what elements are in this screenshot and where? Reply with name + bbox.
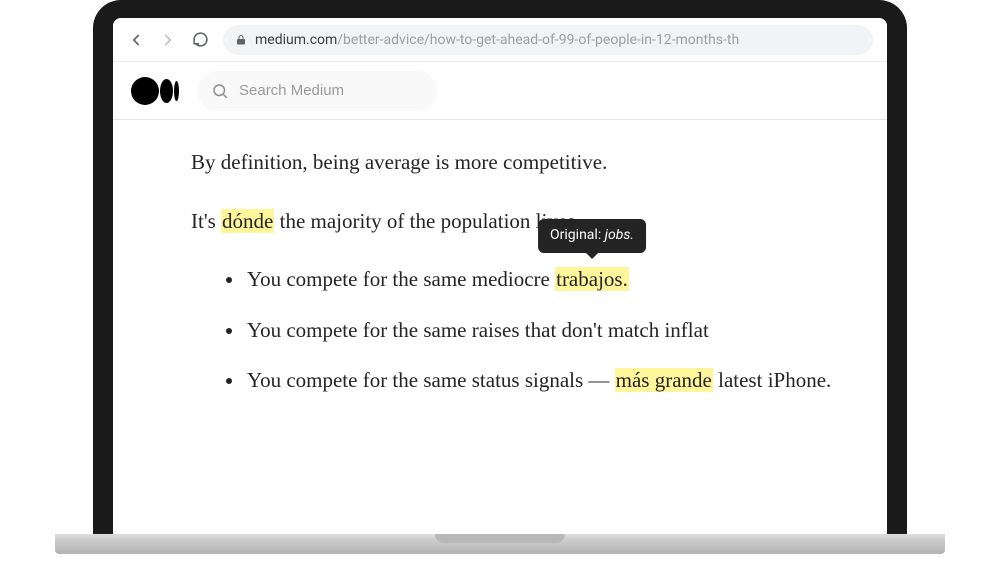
url-text: medium.com/better-advice/how-to-get-ahea… bbox=[255, 32, 739, 48]
reload-button[interactable] bbox=[191, 31, 209, 49]
list-item: You compete for the same raises that don… bbox=[245, 314, 887, 347]
browser-toolbar: medium.com/better-advice/how-to-get-ahea… bbox=[113, 18, 887, 62]
browser-window: medium.com/better-advice/how-to-get-ahea… bbox=[113, 18, 887, 536]
laptop-base bbox=[55, 534, 945, 554]
site-header bbox=[113, 62, 887, 120]
search-icon bbox=[211, 82, 229, 100]
address-bar[interactable]: medium.com/better-advice/how-to-get-ahea… bbox=[223, 25, 873, 55]
forward-button[interactable] bbox=[159, 31, 177, 49]
search-field[interactable] bbox=[197, 71, 437, 111]
paragraph: By definition, being average is more com… bbox=[191, 146, 887, 179]
tooltip: Original: jobs. bbox=[538, 219, 646, 253]
search-input[interactable] bbox=[239, 82, 409, 99]
laptop-shadow bbox=[80, 551, 920, 573]
lock-icon bbox=[235, 34, 247, 46]
list-item: You compete for the same status signals … bbox=[245, 364, 887, 397]
highlighted-word[interactable]: trabajos. bbox=[555, 267, 629, 291]
laptop-frame: medium.com/better-advice/how-to-get-ahea… bbox=[93, 0, 907, 536]
list-item: You compete for the same mediocre Origin… bbox=[245, 263, 887, 296]
medium-logo[interactable] bbox=[131, 77, 179, 105]
bullet-list: You compete for the same mediocre Origin… bbox=[191, 263, 887, 397]
highlighted-word[interactable]: más grande bbox=[615, 368, 713, 392]
back-button[interactable] bbox=[127, 31, 145, 49]
article-body: By definition, being average is more com… bbox=[113, 120, 887, 397]
highlighted-word[interactable]: dónde bbox=[221, 209, 274, 233]
